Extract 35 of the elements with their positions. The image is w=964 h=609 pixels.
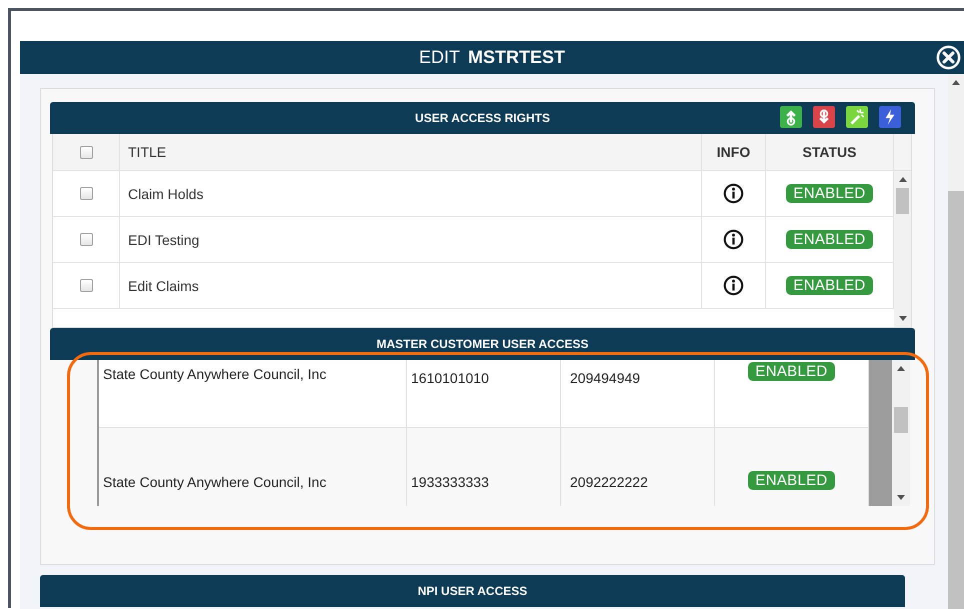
status-badge: ENABLED bbox=[786, 276, 873, 295]
status-badge: ENABLED bbox=[748, 471, 835, 490]
section-title: USER ACCESS RIGHTS bbox=[415, 111, 550, 125]
info-icon[interactable] bbox=[723, 183, 744, 204]
scrollbar[interactable] bbox=[892, 360, 910, 506]
close-icon[interactable] bbox=[936, 45, 961, 70]
checkbox[interactable] bbox=[80, 279, 92, 292]
info-icon[interactable] bbox=[723, 229, 744, 250]
status-badge: ENABLED bbox=[786, 184, 873, 203]
lightning-icon[interactable] bbox=[879, 106, 901, 128]
modal-title: MSTRTEST bbox=[468, 47, 565, 68]
column-header: STATUS bbox=[802, 144, 856, 160]
info-icon[interactable] bbox=[723, 275, 744, 296]
scrollbar[interactable] bbox=[948, 74, 964, 609]
section-title: MASTER CUSTOMER USER ACCESS bbox=[376, 337, 589, 351]
status-badge: ENABLED bbox=[748, 362, 835, 381]
table-cell: State County Anywhere Council, Inc bbox=[103, 474, 326, 490]
table-cell: Claim Holds bbox=[128, 186, 204, 202]
title-prefix: EDIT bbox=[418, 47, 460, 68]
table-cell: 2092222222 bbox=[570, 474, 648, 490]
table-cell: State County Anywhere Council, Inc bbox=[103, 366, 326, 382]
table-cell: EDI Testing bbox=[128, 232, 200, 248]
status-badge: ENABLED bbox=[786, 230, 873, 249]
scrollbar[interactable] bbox=[894, 171, 911, 327]
table-cell: 209494949 bbox=[570, 370, 640, 386]
column-header: TITLE bbox=[128, 144, 166, 160]
table-cell: Edit Claims bbox=[128, 278, 199, 294]
checkbox[interactable] bbox=[80, 187, 92, 200]
section-title: NPI USER ACCESS bbox=[418, 584, 528, 598]
table-cell: 1933333333 bbox=[411, 474, 489, 490]
table-cell: 1610101010 bbox=[411, 370, 489, 386]
wand-icon[interactable] bbox=[846, 106, 868, 128]
column-header: INFO bbox=[716, 144, 750, 160]
checkbox[interactable] bbox=[80, 146, 92, 158]
checkbox[interactable] bbox=[80, 233, 92, 246]
